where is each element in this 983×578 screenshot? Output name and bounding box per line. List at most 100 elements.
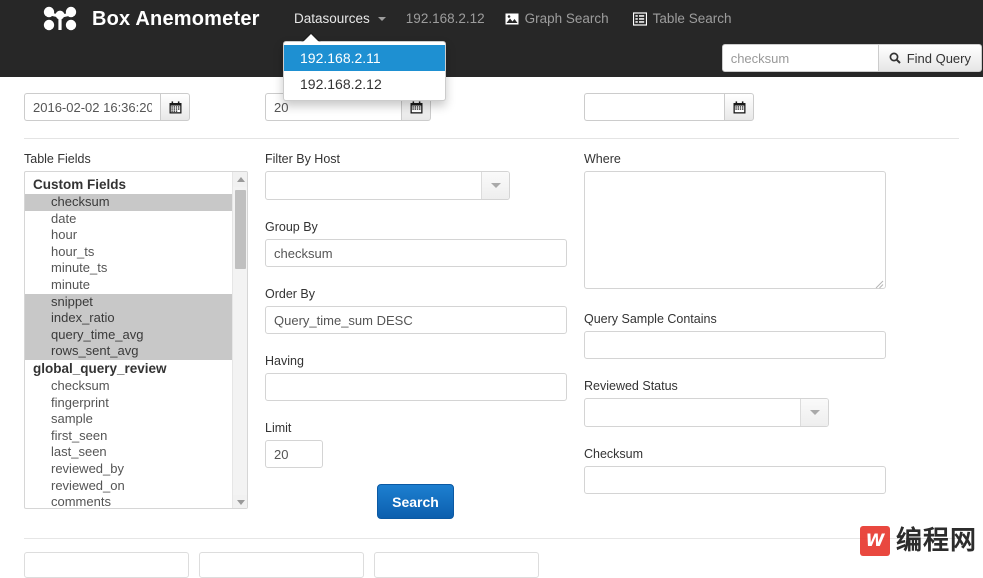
reviewed-status-label: Reviewed Status xyxy=(584,379,886,393)
nav-item-graph-search-label: Graph Search xyxy=(525,0,609,38)
date-third-input[interactable] xyxy=(584,93,724,121)
list-group-custom-fields: Custom Fields xyxy=(25,176,233,194)
search-icon xyxy=(889,52,901,64)
datasource-option-2[interactable]: 192.168.2.12 xyxy=(284,71,445,97)
list-item[interactable]: snippet xyxy=(25,294,233,311)
brand[interactable]: Box Anemometer xyxy=(40,0,260,38)
bottom-divider xyxy=(24,538,959,539)
caret-down-icon xyxy=(378,17,386,21)
chevron-down-icon xyxy=(491,183,501,188)
section-divider xyxy=(24,138,959,139)
top-navbar: Box Anemometer Datasources 192.168.2.12 … xyxy=(0,0,983,38)
find-query-button[interactable]: Find Query xyxy=(879,44,982,72)
query-sample-contains-input[interactable] xyxy=(584,331,886,359)
list-item[interactable]: hour_ts xyxy=(25,244,233,261)
limit-input[interactable] xyxy=(265,440,323,468)
list-item[interactable]: reviewed_by xyxy=(25,461,233,478)
table-fields-scrollbar[interactable] xyxy=(232,172,247,509)
filter-by-host-arrow[interactable] xyxy=(481,172,509,199)
list-item[interactable]: checksum xyxy=(25,378,233,395)
list-group-global-query-review: global_query_review xyxy=(25,360,233,378)
list-item[interactable]: comments xyxy=(25,494,233,509)
find-query-input[interactable] xyxy=(722,44,879,72)
scrollbar-thumb[interactable] xyxy=(235,190,246,269)
filter-by-host-value xyxy=(266,172,481,199)
filter-by-host-select[interactable] xyxy=(265,171,510,200)
list-item[interactable]: fingerprint xyxy=(25,395,233,412)
nav-item-current-datasource[interactable]: 192.168.2.12 xyxy=(398,0,493,38)
nav-item-graph-search[interactable]: Graph Search xyxy=(493,0,621,38)
list-item[interactable]: reviewed_on xyxy=(25,478,233,495)
watermark-text: 编程网 xyxy=(896,527,977,555)
date-range-row xyxy=(0,77,983,132)
watermark-badge: W xyxy=(860,526,890,556)
group-by-input[interactable] xyxy=(265,239,567,267)
list-item[interactable]: rows_sent_avg xyxy=(25,343,233,360)
order-by-label: Order By xyxy=(265,287,567,301)
reviewed-status-arrow[interactable] xyxy=(800,399,828,426)
list-item[interactable]: sample xyxy=(25,411,233,428)
scrollbar-up-button[interactable] xyxy=(233,172,248,187)
reviewed-status-value xyxy=(585,399,800,426)
limit-label: Limit xyxy=(265,421,567,435)
table-fields-listbox[interactable]: Custom Fields checksum date hour hour_ts… xyxy=(24,171,248,509)
list-item[interactable]: index_ratio xyxy=(25,310,233,327)
dropdown-arrow-icon xyxy=(302,34,320,43)
date-third-calendar-button[interactable] xyxy=(724,93,754,121)
date-field-from xyxy=(24,93,190,121)
reviewed-status-select[interactable] xyxy=(584,398,829,427)
calendar-icon xyxy=(733,101,746,114)
brand-title: Box Anemometer xyxy=(92,8,260,31)
bottom-control-2[interactable] xyxy=(199,552,364,578)
list-item[interactable]: hour xyxy=(25,227,233,244)
group-by-label: Group By xyxy=(265,220,567,234)
calendar-icon xyxy=(410,101,423,114)
datasources-dropdown-menu: 192.168.2.11 192.168.2.12 xyxy=(283,41,446,101)
image-icon xyxy=(505,12,519,26)
checksum-input[interactable] xyxy=(584,466,886,494)
nav-item-datasources[interactable]: Datasources xyxy=(282,0,398,38)
table-fields-list: Custom Fields checksum date hour hour_ts… xyxy=(25,172,233,509)
date-field-third xyxy=(584,93,754,121)
list-item[interactable]: last_seen xyxy=(25,444,233,461)
bottom-control-3[interactable] xyxy=(374,552,539,578)
date-from-calendar-button[interactable] xyxy=(160,93,190,121)
list-item[interactable]: checksum xyxy=(25,194,233,211)
checksum-label: Checksum xyxy=(584,447,886,461)
chevron-down-icon xyxy=(237,500,245,505)
datasource-option-1[interactable]: 192.168.2.11 xyxy=(284,45,445,71)
watermark: W 编程网 xyxy=(860,526,977,556)
query-options-column: Filter By Host Group By Order By Having … xyxy=(265,152,567,468)
date-from-input[interactable] xyxy=(24,93,160,121)
nav-item-table-search[interactable]: Table Search xyxy=(621,0,744,38)
find-query-form: Find Query xyxy=(722,44,982,72)
where-wrapper xyxy=(584,171,886,292)
calendar-icon xyxy=(169,101,182,114)
bottom-partial-controls xyxy=(24,552,539,578)
having-label: Having xyxy=(265,354,567,368)
filter-by-host-label: Filter By Host xyxy=(265,152,567,166)
query-filters-column: Where Query Sample Contains Reviewed Sta… xyxy=(584,152,886,494)
having-input[interactable] xyxy=(265,373,567,401)
search-button[interactable]: Search xyxy=(377,484,454,519)
table-fields-column: Table Fields Custom Fields checksum date… xyxy=(24,152,248,509)
nav-item-current-datasource-label: 192.168.2.12 xyxy=(406,0,485,38)
table-icon xyxy=(633,12,647,26)
table-fields-label: Table Fields xyxy=(24,152,248,166)
where-textarea[interactable] xyxy=(584,171,886,289)
find-query-button-label: Find Query xyxy=(907,51,971,66)
scrollbar-down-button[interactable] xyxy=(233,495,248,509)
list-item[interactable]: query_time_avg xyxy=(25,327,233,344)
list-item[interactable]: date xyxy=(25,211,233,228)
query-sample-contains-label: Query Sample Contains xyxy=(584,312,886,326)
anemometer-logo-icon xyxy=(40,4,82,34)
order-by-input[interactable] xyxy=(265,306,567,334)
where-label: Where xyxy=(584,152,886,166)
list-item[interactable]: minute xyxy=(25,277,233,294)
nav-links: Datasources 192.168.2.12 Graph Search xyxy=(282,0,743,38)
nav-item-table-search-label: Table Search xyxy=(653,0,732,38)
list-item[interactable]: first_seen xyxy=(25,428,233,445)
list-item[interactable]: minute_ts xyxy=(25,260,233,277)
chevron-down-icon xyxy=(810,410,820,415)
bottom-control-1[interactable] xyxy=(24,552,189,578)
